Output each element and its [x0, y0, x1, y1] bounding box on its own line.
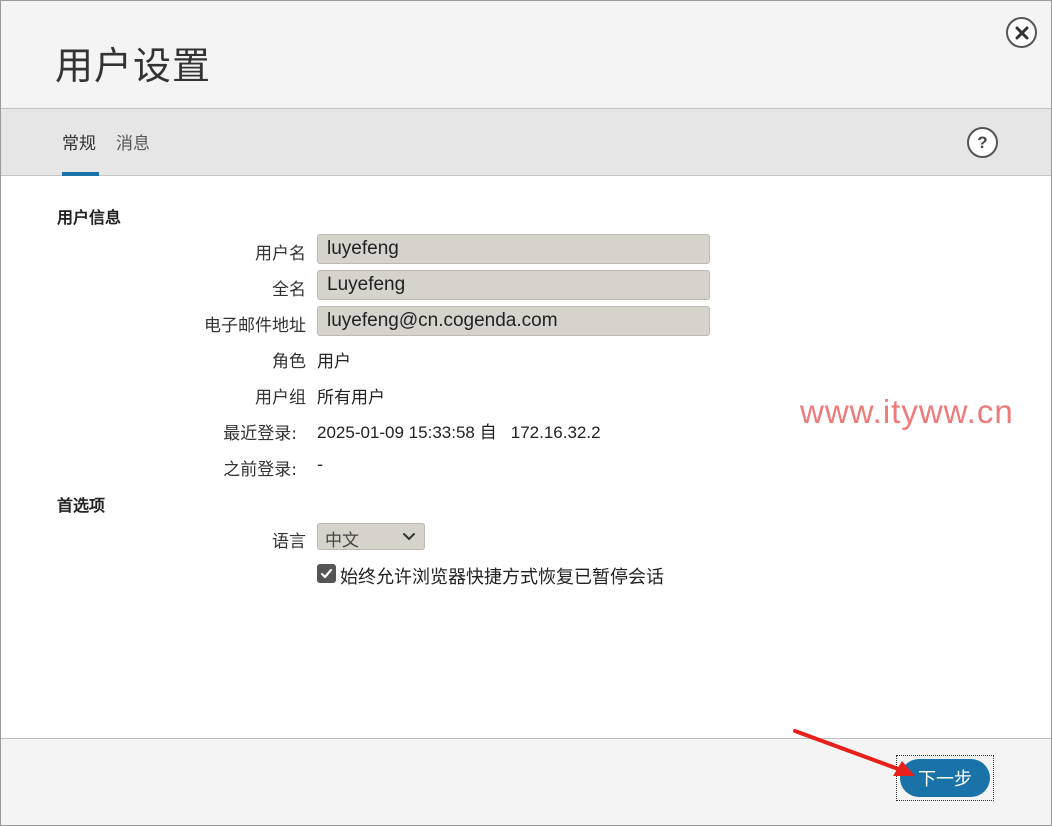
last-login-label: 最近登录: [223, 424, 297, 444]
user-info-heading: 用户信息 [57, 208, 122, 227]
close-icon [1015, 26, 1028, 39]
last-login-value: 2025-01-09 15:33:58 自 172.16.32.2 [317, 423, 601, 442]
dialog-title: 用户设置 [55, 44, 212, 88]
language-select[interactable]: 中文 [317, 523, 425, 551]
language-label: 语言 [272, 532, 306, 552]
language-selected-value: 中文 [325, 531, 359, 551]
help-icon: ? [977, 132, 988, 152]
role-value: 用户 [317, 352, 351, 372]
prev-login-value: - [317, 455, 324, 475]
next-button-focus-ring: 下一步 [896, 755, 994, 801]
email-field[interactable]: luyefeng@cn.cogenda.com [317, 306, 710, 336]
username-field[interactable]: luyefeng [317, 234, 710, 264]
group-value: 所有用户 [317, 388, 385, 408]
check-icon [320, 568, 333, 579]
tab-general[interactable]: 常规 [62, 129, 99, 176]
dialog-header: 用户设置 [1, 1, 1051, 109]
chevron-down-icon [403, 533, 415, 541]
dialog-footer: 下一步 [1, 738, 1051, 825]
prev-login-label: 之前登录: [223, 460, 297, 480]
preferences-heading: 首选项 [57, 496, 106, 515]
fullname-label: 全名 [272, 280, 306, 300]
restore-sessions-checkbox[interactable] [317, 564, 336, 583]
watermark-text: www.ityww.cn [800, 393, 1014, 430]
username-label: 用户名 [255, 244, 306, 264]
group-label: 用户组 [255, 388, 306, 408]
tab-messages[interactable]: 消息 [116, 129, 156, 176]
role-label: 角色 [272, 352, 306, 372]
close-button[interactable] [1006, 17, 1037, 48]
tab-bar: 常规 消息 ? [1, 109, 1051, 176]
next-button[interactable]: 下一步 [900, 759, 990, 797]
fullname-field[interactable]: Luyefeng [317, 270, 710, 300]
user-settings-dialog: 用户设置 常规 消息 ? 用户信息 用户名 luyefeng 全名 Luyefe… [0, 0, 1052, 826]
restore-sessions-label: 始终允许浏览器快捷方式恢复已暂停会话 [340, 567, 664, 588]
email-label: 电子邮件地址 [204, 316, 306, 336]
help-button[interactable]: ? [967, 127, 998, 158]
